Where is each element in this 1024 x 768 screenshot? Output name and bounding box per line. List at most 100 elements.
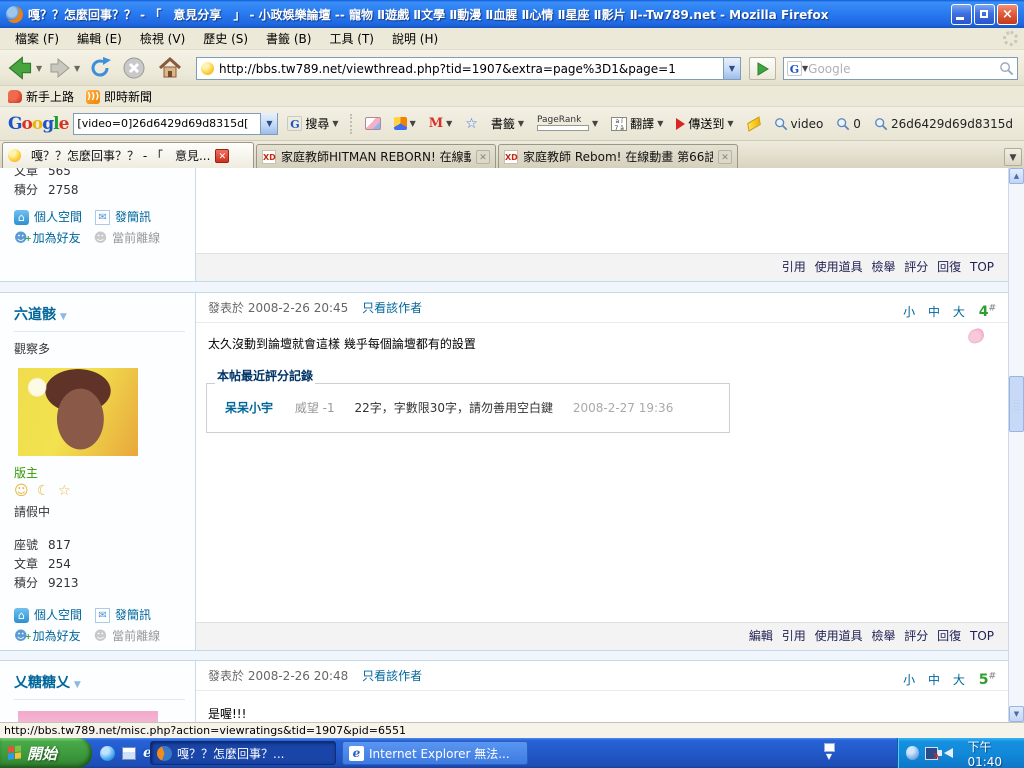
add-friend-link[interactable]: 加為好友 (33, 228, 81, 249)
menu-view[interactable]: 檢視 (V) (131, 28, 194, 49)
add-friend-link[interactable]: 加為好友 (33, 626, 81, 647)
tray-messenger-icon[interactable] (906, 746, 919, 760)
fontsize-medium-link[interactable]: 中 (928, 673, 940, 687)
fontsize-large-link[interactable]: 大 (953, 305, 965, 319)
language-indicator[interactable]: ▼ (820, 742, 838, 764)
menu-bookmarks[interactable]: 書籤 (B) (257, 28, 320, 49)
gbookmarks-button[interactable]: 書籤 ▼ (487, 112, 528, 135)
gmail-button[interactable]: M ▼ (425, 113, 457, 134)
google-g-icon[interactable]: G (787, 61, 802, 76)
translate-button[interactable]: a í7 ä 翻譯 ▼ (607, 112, 667, 135)
google-search-button[interactable]: G 搜尋 ▼ (283, 112, 342, 135)
reply-link[interactable]: 回復 (937, 260, 961, 274)
reload-button[interactable] (88, 56, 112, 83)
username-link[interactable]: 六道骸 (14, 307, 56, 323)
chevron-down-icon[interactable]: ▼ (60, 312, 67, 322)
google-g-icon: G (287, 116, 302, 131)
fontsize-large-link[interactable]: 大 (953, 673, 965, 687)
top-link[interactable]: TOP (970, 260, 994, 274)
bookmark-getting-started[interactable]: 新手上路 (6, 88, 80, 105)
personal-space-link[interactable]: 個人空間 (34, 207, 82, 228)
word-find-button-2[interactable]: 0 (832, 114, 865, 134)
menu-tools[interactable]: 工具 (T) (320, 28, 383, 49)
offline-icon: ☻ (94, 228, 108, 249)
tab-3[interactable]: XD 家庭教師 Rebom! 在線動畫 第66話 -... ✕ (498, 144, 738, 168)
tray-clock[interactable]: 下午 01:40 (967, 738, 1024, 768)
floor-number-link[interactable]: 4# (979, 304, 996, 320)
reply-link[interactable]: 回復 (937, 629, 961, 643)
scrollbar-thumb[interactable] (1009, 376, 1024, 432)
magnifier-icon[interactable] (999, 61, 1014, 76)
pagerank-widget[interactable]: PageRank ▼ (533, 113, 602, 134)
personal-space-link[interactable]: 個人空間 (34, 605, 82, 626)
google-toolbar-search-input[interactable] (74, 117, 260, 130)
forward-button[interactable] (48, 56, 72, 83)
send-message-link[interactable]: 發簡訊 (115, 207, 151, 228)
top-link[interactable]: TOP (970, 629, 994, 643)
username-link[interactable]: 乂糖糖乂 (14, 675, 70, 691)
scroll-down-icon[interactable]: ▼ (1009, 706, 1024, 722)
menu-edit[interactable]: 編輯 (E) (68, 28, 131, 49)
go-button[interactable] (749, 57, 776, 80)
taskbar-task-firefox[interactable]: 嘎？？怎麼回事？... (150, 741, 336, 765)
tab-2[interactable]: XD 家庭教師HITMAN REBORN! 在線動... ✕ (256, 144, 496, 168)
edit-link[interactable]: 編輯 (749, 629, 773, 643)
report-link[interactable]: 檢舉 (871, 629, 895, 643)
taskbar-task-ie[interactable]: e Internet Explorer 無法... (342, 741, 528, 765)
tab-1-active[interactable]: 嘎？？怎麼回事？？ - 「 意見... ✕ (2, 142, 254, 168)
chevron-down-icon[interactable]: ▼ (74, 680, 81, 690)
tab-close-icon[interactable]: ✕ (476, 150, 490, 164)
url-input[interactable] (219, 59, 723, 78)
rate-hand-icon[interactable] (966, 327, 985, 345)
scroll-up-icon[interactable]: ▲ (1009, 168, 1024, 184)
sendto-button[interactable]: 傳送到 ▼ (672, 112, 737, 135)
google-toolbar-history-dropdown-icon[interactable]: ▼ (260, 113, 277, 134)
quicklaunch-window-icon[interactable] (122, 747, 136, 760)
tab-close-icon[interactable]: ✕ (215, 149, 229, 163)
only-author-link[interactable]: 只看該作者 (362, 301, 422, 315)
sitesearch-button[interactable]: ▼ (390, 114, 420, 133)
only-author-link[interactable]: 只看該作者 (362, 669, 422, 683)
tray-network-disconnected-icon[interactable]: ✕ (925, 747, 939, 760)
word-find-button-3[interactable]: 26d6429d69d8315d (870, 114, 1017, 134)
home-button[interactable] (158, 56, 182, 83)
word-find-button-1[interactable]: video (770, 114, 828, 134)
quicklaunch-desktop-icon[interactable] (100, 746, 115, 761)
search-input[interactable] (808, 62, 999, 76)
fontsize-small-link[interactable]: 小 (903, 305, 915, 319)
back-button[interactable] (6, 54, 34, 85)
menu-help[interactable]: 說明 (H) (383, 28, 447, 49)
menu-file[interactable]: 檔案 (F) (6, 28, 68, 49)
forward-dropdown-icon[interactable]: ▼ (74, 64, 80, 73)
site-favicon (8, 149, 21, 162)
fontsize-medium-link[interactable]: 中 (928, 305, 940, 319)
floor-number-link[interactable]: 5# (979, 672, 996, 688)
tab-list-dropdown-icon[interactable]: ▼ (1004, 148, 1022, 166)
stop-button[interactable] (122, 56, 146, 83)
use-item-link[interactable]: 使用道具 (815, 260, 863, 274)
menu-history[interactable]: 歷史 (S) (194, 28, 257, 49)
start-button[interactable]: 開始 (0, 738, 92, 768)
bookmark-star-button[interactable]: ☆ (461, 113, 482, 135)
photos-button[interactable] (361, 114, 385, 133)
use-item-link[interactable]: 使用道具 (815, 629, 863, 643)
restore-button[interactable] (974, 4, 995, 25)
rate-link[interactable]: 評分 (904, 629, 928, 643)
send-message-link[interactable]: 發簡訊 (115, 605, 151, 626)
close-button[interactable]: × (997, 4, 1018, 25)
add-friend-icon: ☻+ (14, 228, 28, 249)
quote-link[interactable]: 引用 (782, 629, 806, 643)
rate-link[interactable]: 評分 (904, 260, 928, 274)
url-dropdown-icon[interactable]: ▼ (723, 58, 740, 79)
report-link[interactable]: 檢舉 (871, 260, 895, 274)
rater-link[interactable]: 呆呆小宇 (225, 401, 273, 415)
tab-close-icon[interactable]: ✕ (718, 150, 732, 164)
tray-volume-icon[interactable] (944, 748, 953, 758)
bookmark-latest-news[interactable]: ))) 即時新聞 (84, 88, 158, 105)
minimize-button[interactable] (951, 4, 972, 25)
fontsize-small-link[interactable]: 小 (903, 673, 915, 687)
vertical-scrollbar[interactable]: ▲ ▼ (1008, 168, 1024, 722)
highlighter-button[interactable] (743, 117, 765, 131)
quote-link[interactable]: 引用 (782, 260, 806, 274)
back-dropdown-icon[interactable]: ▼ (36, 64, 42, 73)
